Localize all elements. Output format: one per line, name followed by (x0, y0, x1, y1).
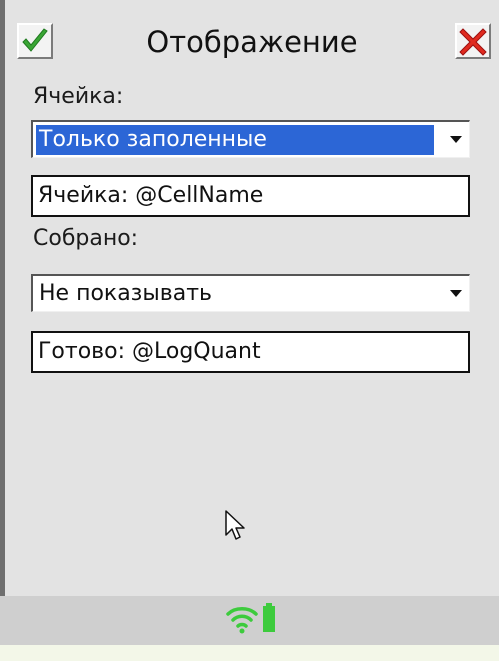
collected-label: Собрано: (33, 226, 139, 251)
settings-screen: Отображение Ячейка: Только заполенные Яч… (0, 0, 499, 661)
collected-mode-dropdown[interactable]: Не показывать (31, 274, 470, 312)
mouse-pointer-icon (225, 510, 245, 540)
wifi-icon (226, 607, 258, 634)
cell-format-field[interactable]: Ячейка: @CellName (31, 175, 470, 217)
cancel-button[interactable] (455, 23, 491, 59)
title-bar: Отображение (5, 8, 499, 74)
chevron-down-icon[interactable] (450, 136, 462, 143)
ok-button[interactable] (17, 23, 53, 59)
window-title: Отображение (146, 25, 358, 59)
collected-format-field[interactable]: Готово: @LogQuant (31, 331, 470, 373)
close-icon (459, 28, 487, 56)
cell-mode-dropdown[interactable]: Только заполенные (31, 120, 470, 158)
battery-icon (263, 603, 275, 632)
checkmark-icon (22, 28, 48, 52)
cell-label: Ячейка: (33, 84, 124, 109)
cell-mode-selected-value: Только заполенные (36, 125, 434, 155)
chevron-down-icon[interactable] (450, 290, 462, 297)
status-bar (0, 596, 499, 645)
bottom-strip (0, 645, 499, 661)
window-left-border (0, 0, 5, 645)
collected-mode-selected-value: Не показывать (39, 281, 212, 306)
